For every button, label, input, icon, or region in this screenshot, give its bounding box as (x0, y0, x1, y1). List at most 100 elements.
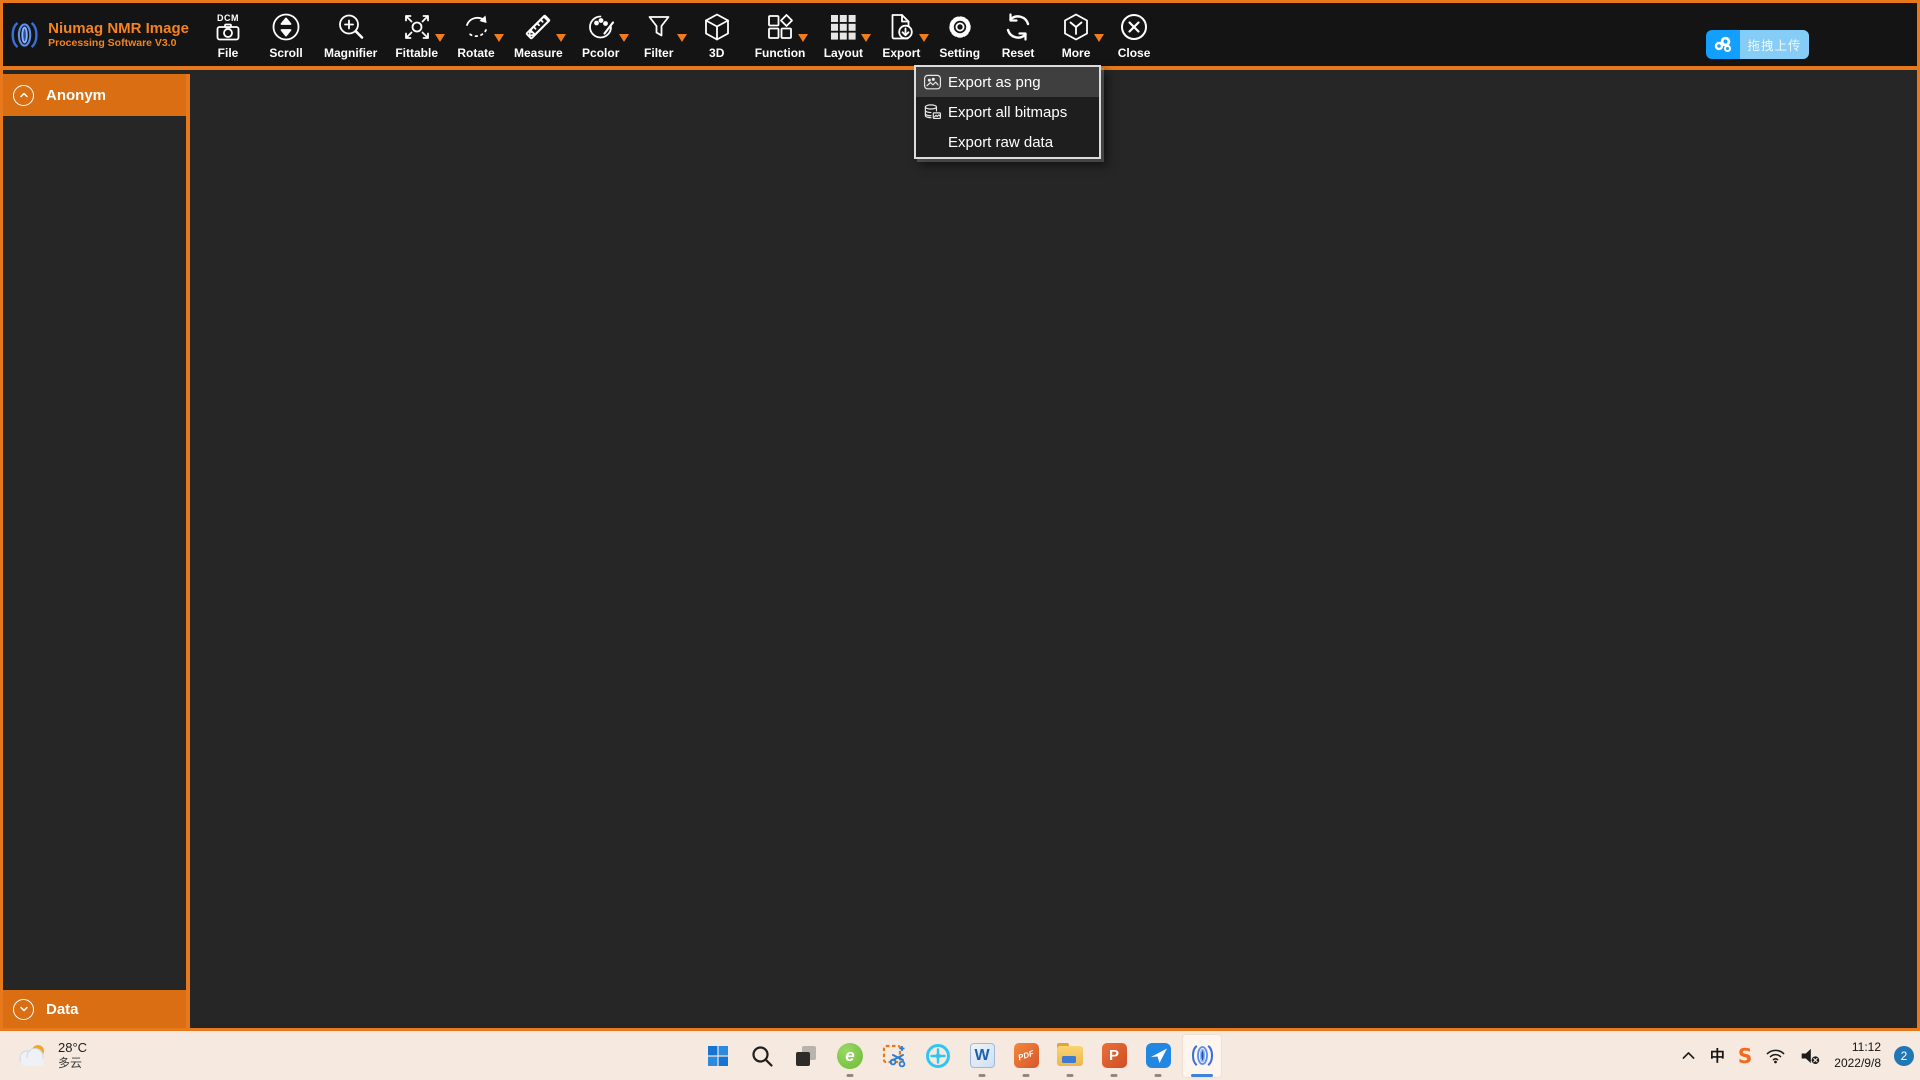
running-indicator (979, 1074, 986, 1077)
search-button[interactable] (742, 1034, 782, 1078)
green-browser-button[interactable]: e (830, 1034, 870, 1078)
function-button[interactable]: Function (755, 9, 806, 60)
thunder-button[interactable] (1138, 1034, 1178, 1078)
blue-bird-icon (1146, 1043, 1171, 1068)
menu-item-export-raw-data[interactable]: Export raw data (916, 127, 1099, 157)
task-view-icon (794, 1044, 818, 1068)
menu-item-export-as-png[interactable]: Export as png (916, 67, 1099, 97)
tray-time: 11:12 (1834, 1040, 1881, 1056)
app-brand: Niumag NMR Image Processing Software V3.… (3, 3, 199, 66)
chevron-down-icon (798, 34, 808, 42)
export-doc-icon (885, 11, 917, 43)
measure-button[interactable]: Measure (514, 9, 563, 60)
volume-muted-icon[interactable] (1799, 1046, 1821, 1066)
word-button[interactable]: W (962, 1034, 1002, 1078)
file-explorer-button[interactable] (1050, 1034, 1090, 1078)
chevron-down-icon (919, 34, 929, 42)
dcm-camera-icon: DCM (216, 14, 240, 41)
file-button[interactable]: DCM File (208, 9, 248, 60)
windows-taskbar: 28°C 多云 e (0, 1031, 1920, 1080)
chevron-down-icon (677, 34, 687, 42)
reset-refresh-icon (1002, 11, 1034, 43)
notification-badge[interactable]: 2 (1894, 1046, 1914, 1066)
chevron-up-icon (13, 85, 34, 106)
pcolor-button[interactable]: Pcolor (581, 9, 621, 60)
toolbar-buttons: DCM File Scroll Magnifier (199, 3, 1163, 66)
scroll-button[interactable]: Scroll (266, 9, 306, 60)
pdf-icon: PDF (1014, 1043, 1039, 1068)
pdf-reader-button[interactable]: PDF (1006, 1034, 1046, 1078)
powerpoint-icon: P (1102, 1043, 1127, 1068)
database-icon (916, 103, 948, 122)
left-sidebar: Anonym Data (3, 74, 186, 1028)
magnifier-button[interactable]: Magnifier (324, 9, 377, 60)
upload-label: 拖拽上传 (1747, 35, 1801, 54)
weather-temperature: 28°C (58, 1040, 87, 1056)
chevron-down-icon (435, 34, 445, 42)
running-indicator (1111, 1074, 1118, 1077)
grid-layout-icon (827, 11, 859, 43)
weather-widget[interactable]: 28°C 多云 (10, 1031, 93, 1080)
system-tray: 中 S 11:12 2022/9/8 2 (1680, 1031, 1914, 1080)
app-subtitle: Processing Software V3.0 (48, 37, 189, 49)
windows-logo-icon (706, 1044, 730, 1068)
sidebar-panel-title: Data (46, 1001, 79, 1018)
image-workspace[interactable] (190, 74, 1917, 1028)
active-indicator (1191, 1074, 1213, 1077)
menu-item-export-all-bitmaps[interactable]: Export all bitmaps (916, 97, 1099, 127)
chevron-down-icon (13, 999, 34, 1020)
gear-icon (944, 11, 976, 43)
start-button[interactable] (698, 1034, 738, 1078)
task-view-button[interactable] (786, 1034, 826, 1078)
wifi-icon[interactable] (1765, 1047, 1786, 1065)
measure-icon (522, 11, 554, 43)
fittable-icon (401, 11, 433, 43)
powerpoint-button[interactable]: P (1094, 1034, 1134, 1078)
sidebar-panel-data[interactable]: Data (3, 990, 186, 1028)
baidu-upload-widget[interactable]: 拖拽上传 (1706, 30, 1809, 59)
nmr-app-button[interactable] (1182, 1034, 1222, 1078)
close-button[interactable]: Close (1114, 9, 1154, 60)
sogou-input-icon[interactable]: S (1738, 1044, 1752, 1068)
chevron-down-icon (556, 34, 566, 42)
green-browser-icon: e (837, 1043, 863, 1069)
setting-button[interactable]: Setting (939, 9, 980, 60)
search-icon (750, 1044, 774, 1068)
screenshot-tool-icon (881, 1043, 907, 1069)
fittable-button[interactable]: Fittable (395, 9, 438, 60)
reset-button[interactable]: Reset (998, 9, 1038, 60)
chevron-down-icon (861, 34, 871, 42)
tray-clock[interactable]: 11:12 2022/9/8 (1834, 1040, 1881, 1071)
magnifier-icon (335, 11, 367, 43)
tray-chevron-up-icon[interactable] (1680, 1047, 1697, 1064)
nmr-coil-icon (1190, 1043, 1215, 1068)
remote-control-button[interactable] (918, 1034, 958, 1078)
chevron-down-icon (1094, 34, 1104, 42)
ime-indicator[interactable]: 中 (1710, 1045, 1725, 1066)
folder-icon (1057, 1046, 1083, 1066)
rotate-button[interactable]: Rotate (456, 9, 496, 60)
partly-cloudy-icon (16, 1042, 50, 1070)
tray-date: 2022/9/8 (1834, 1056, 1881, 1072)
funnel-icon (643, 11, 675, 43)
sidebar-panel-anonym[interactable]: Anonym (3, 74, 186, 116)
weather-condition: 多云 (58, 1056, 87, 1070)
cube-3d-icon (701, 11, 733, 43)
export-button[interactable]: Export (881, 9, 921, 60)
image-icon (916, 73, 948, 92)
running-indicator (1023, 1074, 1030, 1077)
filter-button[interactable]: Filter (639, 9, 679, 60)
remote-control-icon (925, 1043, 951, 1069)
threed-button[interactable]: 3D (697, 9, 737, 60)
nmr-coil-logo-icon (9, 13, 40, 57)
snip-tool-button[interactable] (874, 1034, 914, 1078)
running-indicator (847, 1074, 854, 1077)
toolbar: Niumag NMR Image Processing Software V3.… (3, 3, 1917, 70)
app-title: Niumag NMR Image (48, 20, 189, 37)
layout-button[interactable]: Layout (823, 9, 863, 60)
running-indicator (1067, 1074, 1074, 1077)
app-window: Niumag NMR Image Processing Software V3.… (0, 0, 1920, 1031)
word-icon: W (970, 1043, 995, 1068)
more-button[interactable]: More (1056, 9, 1096, 60)
palette-icon (585, 11, 617, 43)
